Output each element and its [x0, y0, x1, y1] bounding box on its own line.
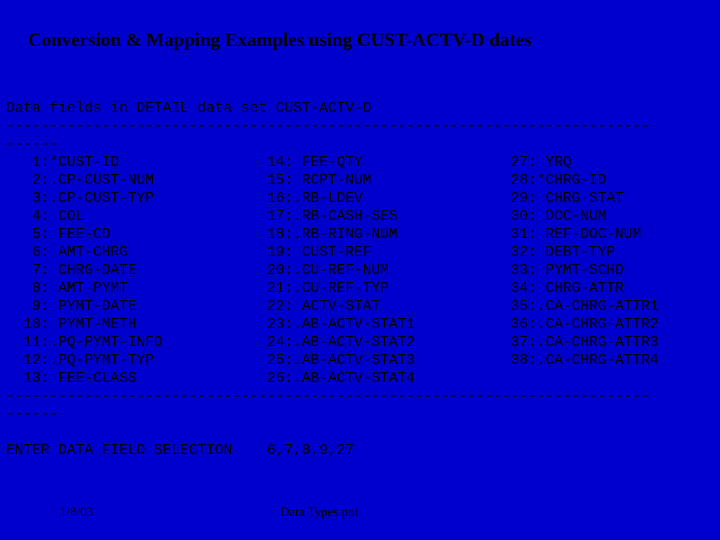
page-title: Conversion & Mapping Examples using CUST… — [28, 30, 532, 52]
footer-date: 1/8/03 — [60, 504, 93, 520]
footer-filename: Data Types.ppt — [280, 504, 358, 520]
data-field-listing: Data fields in DETAIL data set CUST-ACTV… — [6, 100, 685, 460]
slide: Conversion & Mapping Examples using CUST… — [0, 0, 720, 540]
